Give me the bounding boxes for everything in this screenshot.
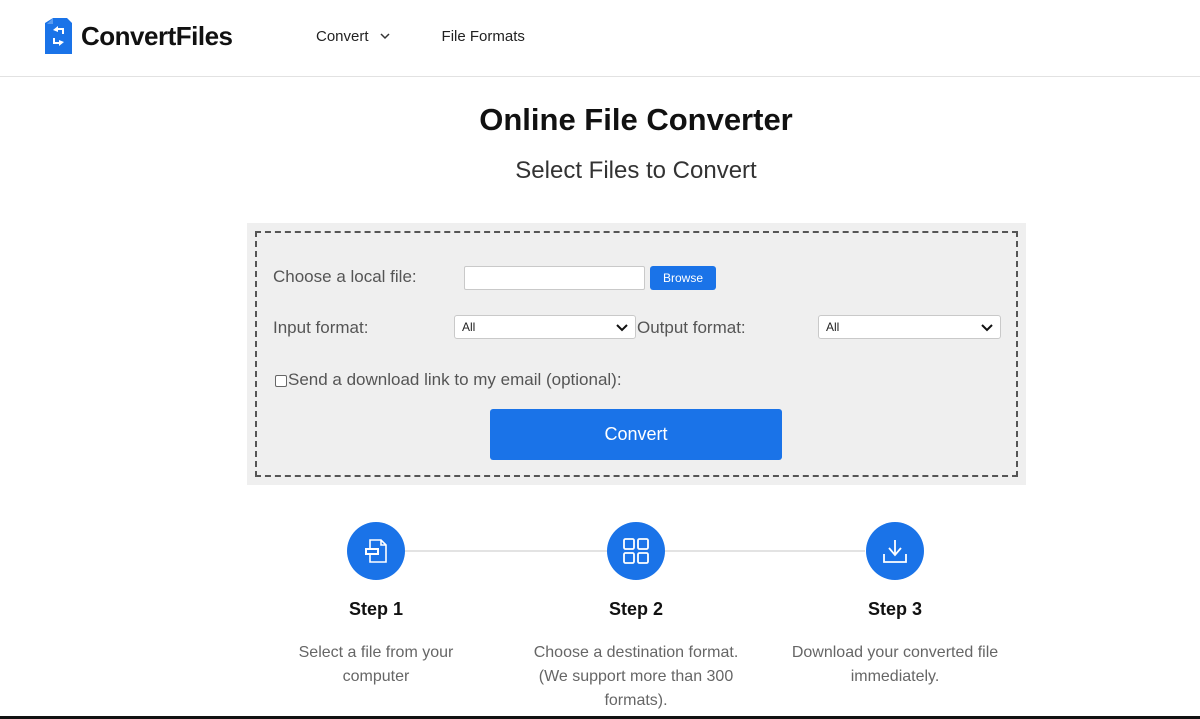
step-1-title: Step 1: [348, 599, 404, 619]
step-3: Step 3 Download your converted file imme…: [775, 522, 1015, 689]
grid-icon: [623, 538, 649, 564]
step-2: Step 2 Choose a destination format. (We …: [516, 522, 756, 713]
email-link-label: Send a download link to my email (option…: [288, 370, 622, 389]
output-format-label: Output format:: [637, 318, 746, 337]
chevron-down-icon: [380, 33, 390, 40]
step-1-desc-line: Select a file from your: [298, 644, 454, 661]
step-1-desc: Select a file from your computer: [256, 641, 496, 689]
step-1-desc-line: computer: [342, 668, 410, 685]
input-format-value: All: [462, 320, 476, 334]
step-3-title: Step 3: [867, 599, 923, 619]
page-subtitle: Select Files to Convert: [515, 157, 757, 184]
convert-button[interactable]: Convert: [490, 409, 782, 460]
step-3-desc-line: Download your converted file: [791, 644, 999, 661]
nav-file-formats[interactable]: File Formats: [442, 26, 525, 46]
step-1: Step 1 Select a file from your computer: [256, 522, 496, 689]
step-3-desc-line: immediately.: [850, 668, 940, 685]
output-format-select[interactable]: All: [818, 315, 1001, 339]
step-2-title: Step 2: [608, 599, 664, 619]
step-2-desc: Choose a destination format. (We support…: [516, 641, 756, 713]
step-1-badge: [347, 522, 405, 580]
step-2-desc-line: formats).: [604, 692, 668, 709]
output-format-value: All: [826, 320, 840, 334]
step-2-desc-line: Choose a destination format.: [533, 644, 739, 661]
converter-panel: Choose a local file: Browse Input format…: [247, 223, 1026, 485]
chevron-down-icon: [616, 324, 628, 332]
site-header: ConvertFiles Convert File Formats: [0, 0, 1200, 77]
email-link-checkbox[interactable]: [275, 375, 287, 387]
choose-file-label: Choose a local file:: [273, 267, 417, 286]
step-2-badge: [607, 522, 665, 580]
page-title: Online File Converter: [479, 102, 793, 137]
input-format-select[interactable]: All: [454, 315, 636, 339]
logo-icon: [45, 18, 72, 54]
step-3-desc: Download your converted file immediately…: [775, 641, 1015, 689]
file-icon: [365, 539, 387, 563]
file-path-input[interactable]: [464, 266, 645, 290]
brand-name: ConvertFiles: [81, 20, 233, 51]
step-3-badge: [866, 522, 924, 580]
chevron-down-icon: [981, 324, 993, 332]
nav-convert[interactable]: Convert: [316, 26, 390, 46]
nav-convert-label: Convert: [316, 27, 369, 45]
download-icon: [883, 540, 907, 563]
step-2-desc-line: (We support more than 300: [538, 668, 734, 685]
main-nav: Convert File Formats: [316, 26, 525, 46]
brand-logo[interactable]: ConvertFiles: [45, 18, 233, 54]
drop-zone[interactable]: Choose a local file: Browse Input format…: [255, 231, 1018, 477]
nav-file-formats-label: File Formats: [441, 27, 525, 45]
input-format-label: Input format:: [273, 318, 369, 337]
browse-button[interactable]: Browse: [650, 266, 716, 290]
